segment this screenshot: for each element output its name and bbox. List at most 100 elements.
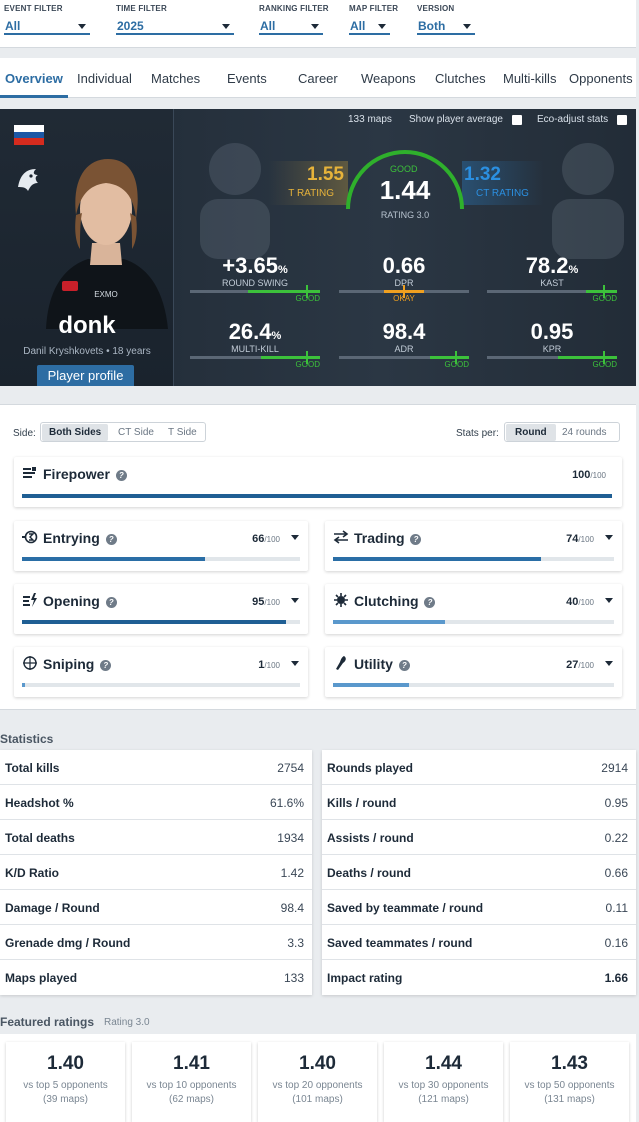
chevron-down-icon <box>222 24 230 29</box>
map-filter[interactable]: MAP FILTER All <box>349 4 398 35</box>
help-icon[interactable]: ? <box>398 660 410 671</box>
statistic-name: Rounds played <box>327 761 414 775</box>
stat-quality: GOOD <box>444 360 469 369</box>
featured-rating-value: 1.44 <box>425 1053 462 1074</box>
stat-value: 0.66 <box>382 253 426 278</box>
role-card-entrying[interactable]: Entrying ? 66/100 <box>14 521 308 571</box>
hero-stat-adr: 98.4 ADR GOOD <box>339 319 469 369</box>
help-icon[interactable]: ? <box>105 534 117 545</box>
statistic-name: Assists / round <box>327 831 414 845</box>
tab-multi-kills[interactable]: Multi-kills <box>503 71 556 86</box>
role-card-sniping[interactable]: Sniping ? 1/100 <box>14 647 308 697</box>
featured-rating-value: 1.40 <box>299 1053 336 1074</box>
stat-quality: GOOD <box>592 294 617 303</box>
statistics-row: Impact rating 1.66 <box>322 960 636 995</box>
ct-rating-label: CT RATING <box>476 188 529 199</box>
player-summary-hero: EXMO donk Danil Kryshkovets • 18 years P… <box>0 109 636 386</box>
tab-opponents[interactable]: Opponents <box>569 71 633 86</box>
role-card-firepower[interactable]: Firepower ? 100/100 <box>14 457 622 507</box>
ranking-filter-select[interactable]: All <box>259 19 323 35</box>
statistics-row: Damage / Round 98.4 <box>0 890 312 925</box>
chevron-down-icon[interactable] <box>605 598 613 603</box>
hero-stat-round-swing: +3.65% ROUND SWING GOOD <box>190 253 320 303</box>
per-24-rounds-option[interactable]: 24 rounds <box>562 427 606 438</box>
role-name: Opening ? <box>43 593 117 609</box>
rating-label: RATING 3.0 <box>380 210 430 220</box>
tab-career[interactable]: Career <box>298 71 338 86</box>
tab-matches[interactable]: Matches <box>151 71 200 86</box>
side-ct-option[interactable]: CT Side <box>118 427 154 438</box>
chevron-down-icon[interactable] <box>291 598 299 603</box>
tab-weapons[interactable]: Weapons <box>361 71 416 86</box>
role-name: Trading ? <box>354 530 422 546</box>
help-icon[interactable]: ? <box>105 597 117 608</box>
statistics-row: Kills / round 0.95 <box>322 785 636 820</box>
role-score-bar-fill <box>333 620 446 624</box>
stat-quality: GOOD <box>295 360 320 369</box>
ranking-filter[interactable]: RANKING FILTER All <box>259 4 329 35</box>
hero-stat-dpr: 0.66 DPR OKAY <box>339 253 469 303</box>
event-filter[interactable]: EVENT FILTER All <box>4 4 90 35</box>
time-filter[interactable]: TIME FILTER 2025 <box>116 4 234 35</box>
svg-text:EXMO: EXMO <box>94 290 118 299</box>
help-icon[interactable]: ? <box>100 660 112 671</box>
side-t-option[interactable]: T Side <box>168 427 197 438</box>
per-round-option[interactable]: Round <box>506 424 556 441</box>
statistics-row: Total kills 2754 <box>0 750 312 785</box>
time-filter-value: 2025 <box>117 19 144 33</box>
event-filter-select[interactable]: All <box>4 19 90 35</box>
map-filter-select[interactable]: All <box>349 19 390 35</box>
statistic-value: 3.3 <box>287 936 304 950</box>
role-score-bar <box>22 494 612 498</box>
chevron-down-icon <box>78 24 86 29</box>
role-score-bar-fill <box>22 494 612 498</box>
side-both-option[interactable]: Both Sides <box>42 424 109 441</box>
role-card-trading[interactable]: Trading ? 74/100 <box>325 521 622 571</box>
featured-rating-label: vs top 5 opponents <box>23 1080 108 1091</box>
version-filter-select[interactable]: Both <box>417 19 475 35</box>
role-name: Utility ? <box>354 656 410 672</box>
tab-overview[interactable]: Overview <box>5 71 63 86</box>
tab-clutches[interactable]: Clutches <box>435 71 486 86</box>
tab-individual[interactable]: Individual <box>77 71 132 86</box>
role-name: Entrying ? <box>43 530 117 546</box>
player-roles-panel: Side: Both Sides CT Side T Side Stats pe… <box>0 404 636 710</box>
eco-adjust-checkbox[interactable] <box>617 115 627 125</box>
statistic-value: 1.42 <box>280 866 304 880</box>
statistic-name: Deaths / round <box>327 866 412 880</box>
stat-value: +3.65% <box>222 253 288 278</box>
role-card-opening[interactable]: Opening ? 95/100 <box>14 584 308 634</box>
chevron-down-icon[interactable] <box>291 661 299 666</box>
statistics-row: Maps played 133 <box>0 960 312 995</box>
active-tab-indicator <box>0 95 68 98</box>
chevron-down-icon[interactable] <box>605 535 613 540</box>
version-filter-label: VERSION <box>417 4 455 13</box>
version-filter[interactable]: VERSION Both <box>417 4 475 35</box>
role-card-utility[interactable]: Utility ? 27/100 <box>325 647 622 697</box>
time-filter-select[interactable]: 2025 <box>116 19 234 35</box>
stat-bar-fill <box>558 356 617 359</box>
side-label: Side: <box>13 428 36 439</box>
statistics-title: Statistics <box>0 732 54 746</box>
tab-events[interactable]: Events <box>227 71 267 86</box>
chevron-down-icon[interactable] <box>605 661 613 666</box>
featured-rating-card: 1.44 vs top 30 opponents (121 maps) <box>384 1042 503 1122</box>
statistic-value: 61.6% <box>269 796 304 810</box>
chevron-down-icon[interactable] <box>291 535 299 540</box>
featured-rating-value: 1.43 <box>551 1053 588 1074</box>
hero-options-bar: 133 maps Show player average Eco-adjust … <box>336 109 636 131</box>
help-icon[interactable]: ? <box>115 470 127 481</box>
statistic-value: 98.4 <box>280 901 304 915</box>
filter-bar: EVENT FILTER All TIME FILTER 2025 RANKIN… <box>0 0 636 48</box>
statistic-name: Total kills <box>5 761 60 775</box>
stat-bar-marker <box>306 285 308 298</box>
opening-icon <box>22 592 38 608</box>
role-card-clutching[interactable]: Clutching ? 40/100 <box>325 584 622 634</box>
show-player-average-checkbox[interactable] <box>512 115 522 125</box>
help-icon[interactable]: ? <box>410 534 422 545</box>
player-profile-button[interactable]: Player profile <box>37 365 134 386</box>
featured-rating-maps: (101 maps) <box>292 1094 343 1105</box>
map-filter-value: All <box>350 19 366 33</box>
help-icon[interactable]: ? <box>424 597 436 608</box>
show-player-average-label: Show player average <box>409 114 503 125</box>
